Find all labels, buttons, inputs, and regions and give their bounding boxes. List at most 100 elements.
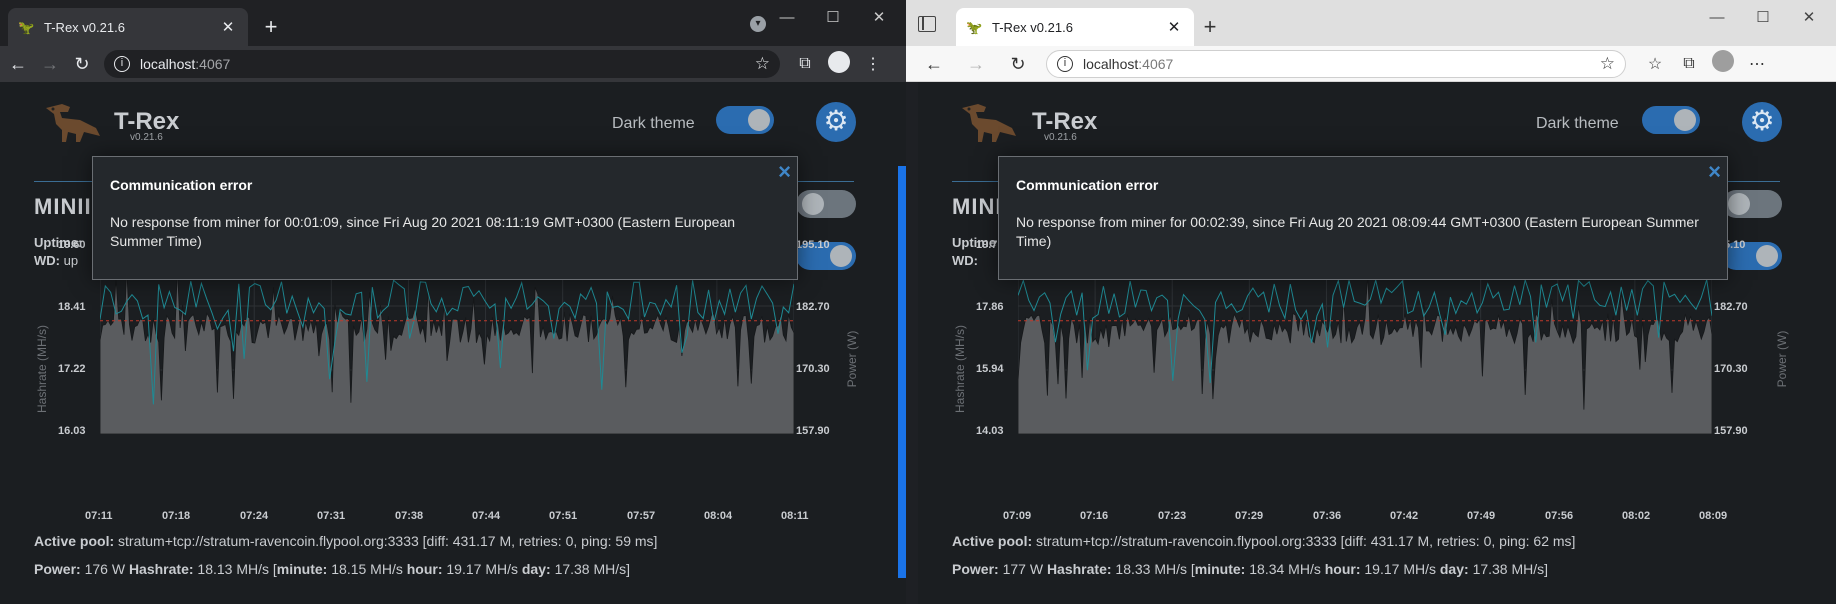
page-viewport: T-Rex v0.21.6 Dark theme ⚙ MINI Uptime W… xyxy=(906,82,1836,604)
hour-value: 19.17 MH/s xyxy=(1364,561,1436,577)
profile-icon[interactable] xyxy=(1706,50,1740,77)
minimize-icon[interactable]: — xyxy=(764,4,810,32)
day-value: 17.38 MH/s xyxy=(1472,561,1545,577)
power-value: 176 W xyxy=(84,561,126,577)
active-pool-label: Active pool: xyxy=(952,533,1033,549)
day-value: 17.38 MH/s xyxy=(554,561,627,577)
favorites-icon[interactable]: ☆ xyxy=(1638,54,1672,74)
x-tick: 07:51 xyxy=(549,510,578,522)
trex-logo-icon xyxy=(46,104,100,142)
reload-icon[interactable]: ↻ xyxy=(68,50,96,78)
extensions-icon[interactable]: ⧉ xyxy=(788,55,822,73)
dark-theme-toggle[interactable] xyxy=(716,106,774,134)
back-icon[interactable]: ← xyxy=(4,50,32,78)
forward-icon[interactable]: → xyxy=(36,50,64,78)
reload-icon[interactable]: ↻ xyxy=(1004,50,1032,78)
app-version: v0.21.6 xyxy=(1044,132,1077,143)
menu-icon[interactable]: ⋯ xyxy=(1740,54,1774,74)
tab-strip: 🦖 T-Rex v0.21.6 ✕ + ▾ — ☐ ✕ xyxy=(0,0,906,46)
new-tab-button[interactable]: + xyxy=(1196,14,1224,42)
hashrate-value: 18.13 MH/s xyxy=(197,561,270,577)
close-tab-icon[interactable]: ✕ xyxy=(1164,18,1184,36)
hour-value: 19.17 MH/s xyxy=(446,561,518,577)
y-left-tick: 17.86 xyxy=(976,301,1004,313)
x-tick: 08:09 xyxy=(1699,510,1728,522)
menu-icon[interactable]: ⋮ xyxy=(856,54,890,74)
dark-theme-toggle[interactable] xyxy=(1642,106,1700,134)
add-favorite-icon[interactable]: ☆ xyxy=(1600,54,1615,74)
y-left-tick: 14.03 xyxy=(976,425,1004,437)
x-tick: 08:04 xyxy=(704,510,733,522)
window-controls: — ☐ ✕ xyxy=(1694,4,1832,32)
page-viewport: T-Rex v0.21.6 Dark theme ⚙ MINII Uptime:… xyxy=(0,82,906,604)
day-label: day: xyxy=(521,561,551,577)
window-controls: — ☐ ✕ xyxy=(764,4,902,32)
x-tick: 07:57 xyxy=(627,510,656,522)
wd-label: WD: xyxy=(34,253,60,268)
close-icon[interactable]: × xyxy=(1708,159,1721,185)
modal-body: No response from miner for 00:02:39, sin… xyxy=(1016,214,1699,249)
address-bar[interactable]: i localhost:4067 ☆ xyxy=(1046,49,1626,78)
x-tick: 07:18 xyxy=(162,510,191,522)
star-icon[interactable]: ☆ xyxy=(755,54,770,74)
y-left-tick: 18.41 xyxy=(58,301,86,313)
tab-actions-icon[interactable] xyxy=(918,16,936,32)
y-right-tick: 195.10 xyxy=(796,239,830,251)
x-tick: 07:38 xyxy=(395,510,424,522)
x-tick: 07:49 xyxy=(1467,510,1496,522)
profile-icon[interactable] xyxy=(822,50,856,78)
y-left-tick: 16.03 xyxy=(58,425,86,437)
minute-value: 18.15 MH/s xyxy=(331,561,403,577)
close-tab-icon[interactable]: ✕ xyxy=(218,18,238,36)
y-left-tick: 19.7 xyxy=(976,239,998,251)
hashrate-label: Hashrate: xyxy=(1046,561,1112,577)
x-tick: 07:23 xyxy=(1158,510,1187,522)
modal-body: No response from miner for 00:01:09, sin… xyxy=(110,214,736,249)
close-window-icon[interactable]: ✕ xyxy=(856,4,902,32)
section-toggle[interactable] xyxy=(796,190,856,218)
wd-row: WD: up xyxy=(34,253,78,268)
dark-theme-label: Dark theme xyxy=(612,115,695,132)
close-window-icon[interactable]: ✕ xyxy=(1786,4,1832,32)
page-scrollbar[interactable] xyxy=(898,166,906,578)
address-bar[interactable]: i localhost:4067 ☆ xyxy=(104,50,780,78)
hour-label: hour: xyxy=(406,561,443,577)
browser-tab[interactable]: 🦖 T-Rex v0.21.6 ✕ xyxy=(956,8,1194,46)
close-icon[interactable]: × xyxy=(778,159,791,185)
back-icon[interactable]: ← xyxy=(920,50,948,78)
x-tick: 07:16 xyxy=(1080,510,1109,522)
modal-title: Communication error xyxy=(110,177,253,193)
info-icon[interactable]: i xyxy=(1057,55,1073,72)
address-host: localhost xyxy=(1083,55,1139,72)
minute-label: minute: xyxy=(276,561,328,577)
x-tick: 08:11 xyxy=(781,510,809,522)
browser-tab[interactable]: 🦖 T-Rex v0.21.6 ✕ xyxy=(8,8,248,46)
pool-stats: [diff: 431.17 M, retries: 0, ping: 59 ms… xyxy=(422,533,658,549)
tab-title: T-Rex v0.21.6 xyxy=(992,19,1073,35)
trex-favicon-icon: 🦖 xyxy=(966,20,983,35)
section-title: MINII xyxy=(34,194,92,219)
gear-icon[interactable]: ⚙ xyxy=(1742,102,1782,142)
minute-value: 18.34 MH/s xyxy=(1249,561,1321,577)
maximize-icon[interactable]: ☐ xyxy=(810,4,856,32)
pool-stats: [diff: 431.17 M, retries: 0, ping: 62 ms… xyxy=(1340,533,1576,549)
new-tab-button[interactable]: + xyxy=(257,14,285,42)
section-toggle[interactable] xyxy=(1722,190,1782,218)
stats-row: Power: 177 W Hashrate: 18.33 MH/s [minut… xyxy=(952,561,1549,577)
maximize-icon[interactable]: ☐ xyxy=(1740,4,1786,32)
communication-error-modal: Communication error No response from min… xyxy=(998,156,1728,280)
section-title: MINI xyxy=(952,194,1003,219)
collections-icon[interactable]: ⧉ xyxy=(1672,55,1706,73)
y-left-axis-label: Hashrate (MH/s) xyxy=(35,325,49,414)
forward-icon[interactable]: → xyxy=(962,50,990,78)
gear-icon[interactable]: ⚙ xyxy=(816,102,856,142)
info-icon[interactable]: i xyxy=(114,56,130,72)
x-tick: 08:02 xyxy=(1622,510,1651,522)
minimize-icon[interactable]: — xyxy=(1694,4,1740,32)
toolbar: ← → ↻ i localhost:4067 ☆ ⧉ ⋮ xyxy=(0,46,906,82)
x-tick: 07:56 xyxy=(1545,510,1574,522)
modal-title: Communication error xyxy=(1016,177,1159,193)
x-tick: 07:11 xyxy=(85,510,113,522)
app-version: v0.21.6 xyxy=(130,132,163,143)
y-right-axis-label: Power (W) xyxy=(1775,330,1789,388)
